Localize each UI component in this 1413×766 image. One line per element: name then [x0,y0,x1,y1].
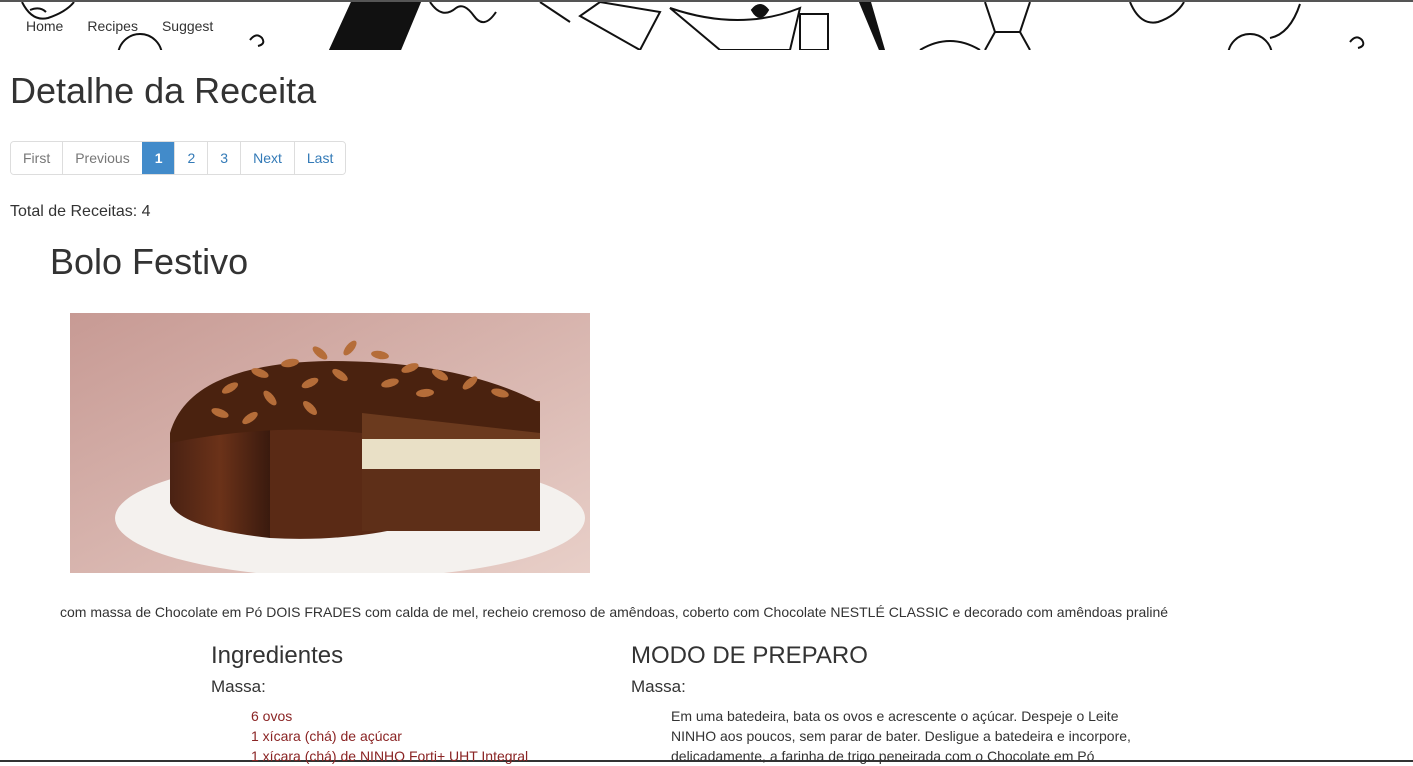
pagination-page-3[interactable]: 3 [207,142,241,174]
pagination-previous-button[interactable]: Previous [62,142,142,174]
recipe-photo [70,313,590,573]
recipe-description: com massa de Chocolate em Pó DOIS FRADES… [60,604,1169,620]
ingredients-heading: Ingredientes [211,642,344,669]
nav-recipes-link[interactable]: Recipes [75,17,150,35]
pagination-page-1[interactable]: 1 [141,142,175,174]
ingredients-subheading: Massa: [211,677,266,696]
ingredient-item: 6 ovos [251,708,293,724]
pagination-page-2[interactable]: 2 [174,142,208,174]
page-title: Detalhe da Receita [10,70,317,111]
ingredient-item: 1 xícara (chá) de açúcar [251,728,402,744]
preparation-heading: MODO DE PREPARO [631,642,868,669]
ingredients-list: 6 ovos 1 xícara (chá) de açúcar 1 xícara… [251,706,611,766]
pagination-last-button[interactable]: Last [293,142,346,174]
pagination-next-button[interactable]: Next [240,142,294,174]
recipe-title: Bolo Festivo [50,241,249,282]
preparation-text: Em uma batedeira, bata os ovos e acresce… [671,708,1131,764]
nav-home-link[interactable]: Home [14,17,75,35]
navbar: Home Recipes Suggest [0,2,1413,50]
total-recipes-label: Total de Receitas: 4 [10,203,151,220]
pagination-first-button[interactable]: First [11,142,63,174]
preparation-section: MODO DE PREPARO Massa: Em uma batedeira,… [631,642,1151,766]
nav-suggest-link[interactable]: Suggest [150,17,225,35]
preparation-subheading: Massa: [631,677,686,696]
nav-links: Home Recipes Suggest [14,17,225,35]
ingredients-section: Ingredientes Massa: 6 ovos 1 xícara (chá… [211,642,611,766]
ingredient-item: 1 xícara (chá) de NINHO Forti+ UHT Integ… [251,748,529,764]
pagination: First Previous 1 2 3 Next Last [10,141,347,175]
